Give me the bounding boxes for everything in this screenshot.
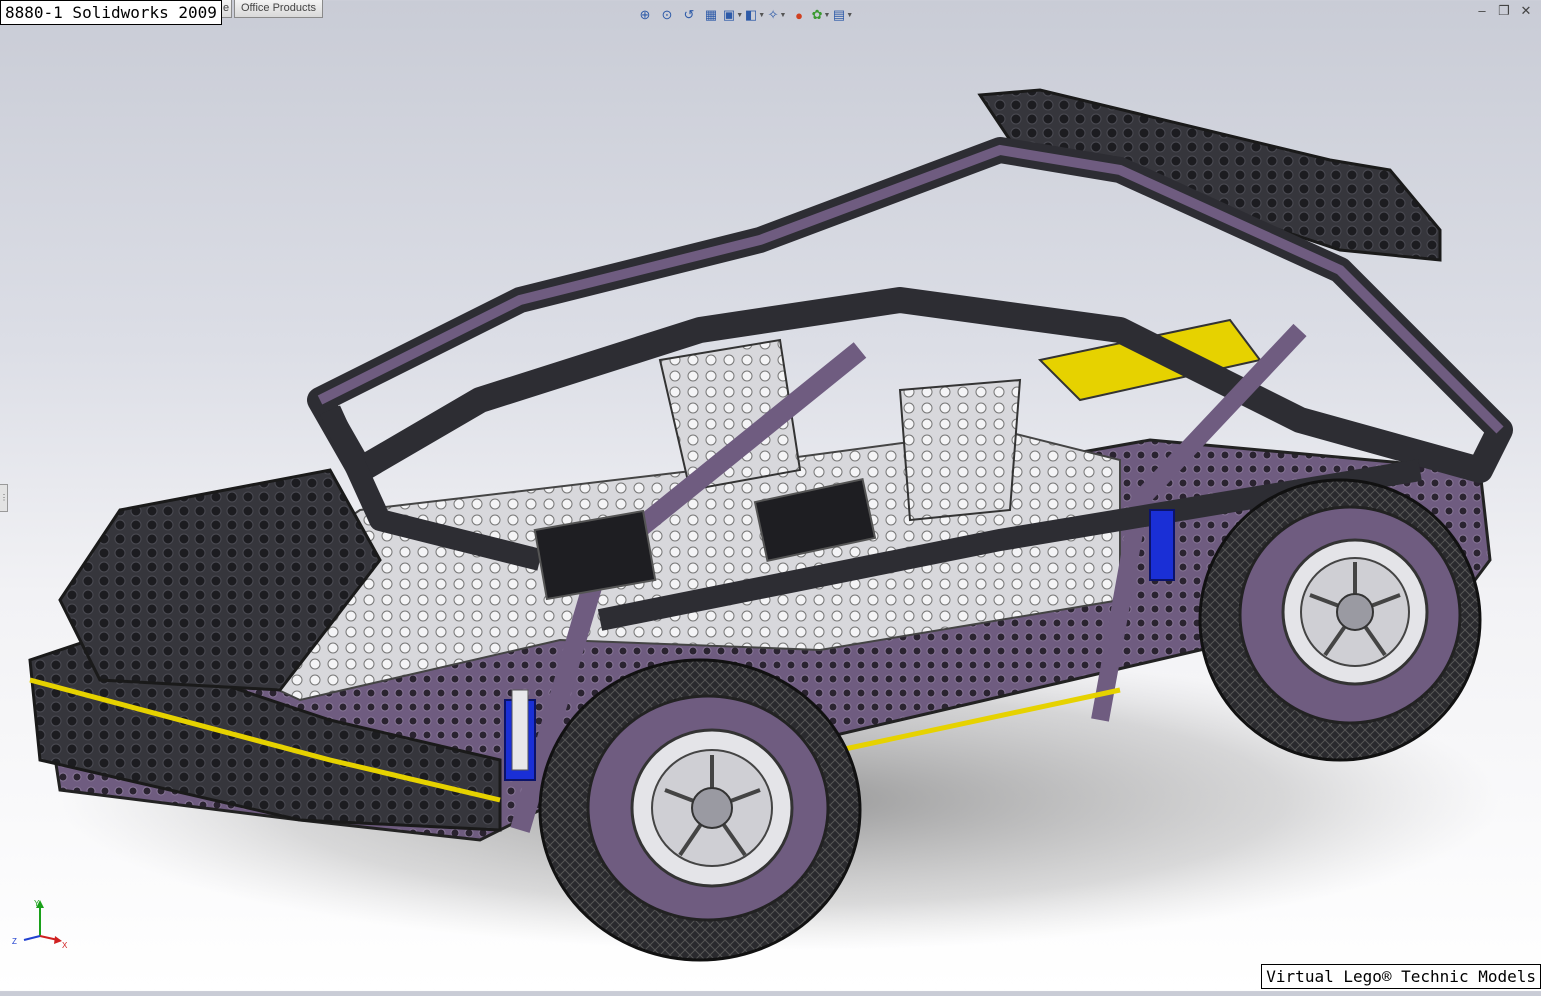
- triad-z-axis: [23, 935, 41, 941]
- close-icon[interactable]: ✕: [1519, 4, 1533, 18]
- feature-manager-expand-handle[interactable]: ⋮: [0, 484, 8, 512]
- section-view-icon[interactable]: ▦: [702, 6, 720, 24]
- hide-show-items-glyph: ✧: [767, 7, 779, 22]
- previous-view-icon[interactable]: ↺: [680, 6, 698, 24]
- front-wheel: [538, 658, 862, 962]
- reference-triad: Y X Z: [12, 899, 68, 950]
- tab-office-products[interactable]: Office Products: [234, 0, 323, 18]
- triad-x-arrow: [54, 936, 62, 944]
- chevron-down-icon: ▼: [823, 11, 831, 19]
- chevron-down-icon: ▼: [758, 11, 766, 19]
- zoom-area-glyph: ⊙: [661, 7, 673, 22]
- view-orientation-icon[interactable]: ▣ ▼: [722, 6, 744, 24]
- hide-show-items-icon[interactable]: ✧ ▼: [767, 6, 787, 24]
- apply-scene-icon[interactable]: ✿ ▼: [811, 6, 831, 24]
- document-tab-strip: e Office Products: [220, 0, 323, 18]
- chevron-down-icon: ▼: [779, 11, 787, 19]
- lego-car-model[interactable]: [0, 0, 1541, 991]
- edit-appearance-glyph: ●: [795, 7, 803, 23]
- chevron-down-icon: ▼: [736, 11, 744, 19]
- zoom-to-fit-icon[interactable]: ⊕: [636, 6, 654, 24]
- front-shock-spring: [511, 689, 529, 771]
- apply-scene-glyph: ✿: [811, 7, 823, 22]
- triad-x-label: X: [62, 941, 68, 950]
- previous-view-glyph: ↺: [683, 7, 695, 22]
- roof-plate: [977, 88, 1442, 262]
- seat-right: [898, 378, 1022, 522]
- display-style-glyph: ◧: [744, 7, 758, 22]
- graphics-viewport[interactable]: [0, 0, 1541, 991]
- triad-z-label: Z: [12, 937, 17, 946]
- heads-up-view-toolbar: ⊕ ⊙ ↺ ▦ ▣ ▼ ◧ ▼ ✧ ▼ ● ✿ ▼ ▤ ▼: [636, 4, 854, 26]
- model-title-label: 8880-1 Solidworks 2009: [0, 0, 222, 25]
- minimize-icon[interactable]: –: [1475, 4, 1489, 18]
- triad-y-label: Y: [34, 899, 40, 908]
- restore-icon[interactable]: ❐: [1497, 4, 1511, 18]
- zoom-area-icon[interactable]: ⊙: [658, 6, 676, 24]
- rear-shock: [1149, 509, 1175, 581]
- credit-label: Virtual Lego® Technic Models: [1261, 964, 1541, 989]
- edit-appearance-icon[interactable]: ●: [790, 6, 808, 24]
- document-window-controls: – ❐ ✕: [1475, 4, 1533, 18]
- display-style-icon[interactable]: ◧ ▼: [744, 6, 766, 24]
- chevron-down-icon: ▼: [846, 11, 854, 19]
- rear-wheel: [1198, 478, 1482, 762]
- section-view-glyph: ▦: [704, 7, 718, 22]
- view-orientation-glyph: ▣: [722, 7, 736, 22]
- view-settings-icon[interactable]: ▤ ▼: [832, 6, 854, 24]
- zoom-to-fit-glyph: ⊕: [639, 7, 651, 22]
- view-settings-glyph: ▤: [832, 7, 846, 22]
